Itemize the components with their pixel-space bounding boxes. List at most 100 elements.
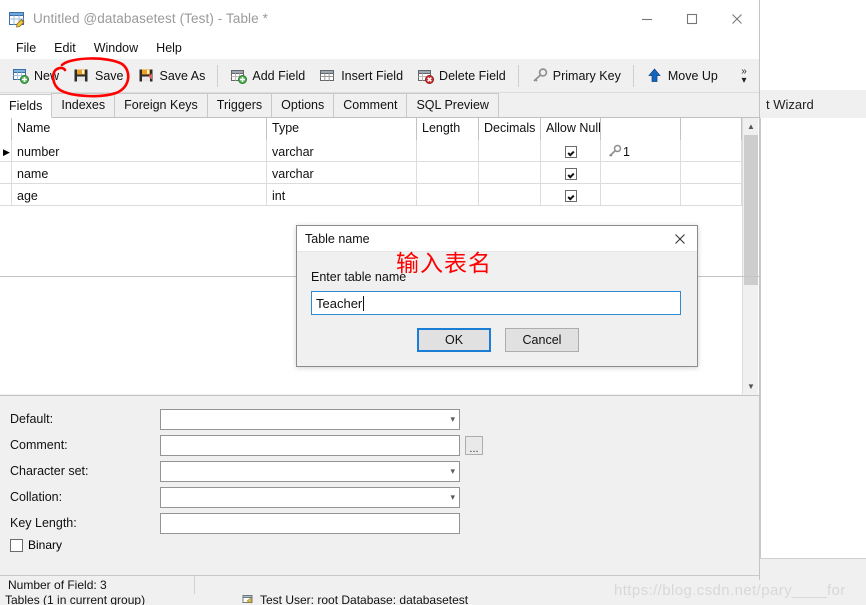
save-as-button[interactable]: Save As (131, 62, 213, 90)
grid-header-length[interactable]: Length (417, 118, 479, 140)
character-set-combo[interactable]: ▾ (160, 460, 460, 482)
delete-field-icon (417, 67, 435, 84)
comment-input[interactable] (160, 434, 460, 456)
grid-header-decimals[interactable]: Decimals (479, 118, 541, 140)
delete-field-button-label: Delete Field (439, 68, 506, 83)
table-name-input[interactable]: Teacher (311, 291, 681, 315)
binary-label: Binary (28, 538, 63, 552)
cell-length-1[interactable] (417, 162, 479, 184)
key-length-input[interactable] (160, 512, 460, 534)
cell-key-0[interactable]: 1 (601, 140, 681, 162)
primary-key-button[interactable]: Primary Key (524, 62, 628, 90)
new-button[interactable]: New (5, 62, 66, 90)
tab-comment[interactable]: Comment (333, 93, 408, 117)
insert-field-button[interactable]: Insert Field (312, 62, 410, 90)
property-row-key-length: Key Length: (10, 512, 460, 534)
delete-field-button[interactable]: Delete Field (410, 62, 513, 90)
cell-type-2[interactable]: int (267, 184, 417, 206)
grid-header-type[interactable]: Type (267, 118, 417, 140)
tab-indexes[interactable]: Indexes (51, 93, 116, 117)
binary-checkbox[interactable] (10, 538, 23, 552)
background-window-partial-label: t Wizard (766, 96, 814, 112)
toolbar-overflow-button[interactable]: » ▾ (733, 60, 759, 92)
table-name-input-value: Teacher (316, 295, 363, 311)
table-row[interactable]: age int (0, 184, 742, 206)
binary-checkbox-row[interactable]: Binary (10, 538, 62, 552)
scroll-down-icon[interactable]: ▼ (743, 378, 759, 394)
property-row-comment: Comment: ... (10, 434, 483, 456)
cell-length-0[interactable] (417, 140, 479, 162)
table-row[interactable]: name varchar (0, 162, 742, 184)
collation-combo[interactable]: ▾ (160, 486, 460, 508)
cell-name-1[interactable]: name (12, 162, 267, 184)
cell-type-1[interactable]: varchar (267, 162, 417, 184)
cell-filler-2 (681, 184, 742, 206)
window-title: Untitled @databasetest (Test) - Table * (33, 11, 268, 26)
dialog-close-button[interactable] (663, 226, 697, 252)
property-row-default: Default: ▾ (10, 408, 460, 430)
cell-allow-null-0[interactable] (541, 140, 601, 162)
save-button-label: Save (95, 68, 124, 83)
cell-decimals-0[interactable] (479, 140, 541, 162)
cancel-button[interactable]: Cancel (505, 328, 579, 352)
cell-key-2[interactable] (601, 184, 681, 206)
minimize-button[interactable] (624, 0, 669, 37)
cell-length-2[interactable] (417, 184, 479, 206)
tab-options[interactable]: Options (271, 93, 335, 117)
background-window-body (760, 118, 866, 558)
arrow-up-icon (646, 67, 663, 84)
add-field-button[interactable]: Add Field (223, 62, 312, 90)
comment-ellipsis-button[interactable]: ... (465, 435, 483, 455)
menu-item-edit[interactable]: Edit (45, 39, 85, 57)
move-up-button[interactable]: Move Up (639, 62, 725, 90)
insert-field-icon (319, 67, 336, 84)
save-button[interactable]: Save (66, 62, 131, 90)
tab-foreign-keys[interactable]: Foreign Keys (114, 93, 208, 117)
add-field-icon (230, 67, 248, 84)
grid-vertical-scrollbar[interactable]: ▲ ▼ (742, 118, 758, 394)
primary-key-order-0: 1 (623, 145, 630, 159)
cell-name-0[interactable]: number (12, 140, 267, 162)
default-combo[interactable]: ▾ (160, 408, 460, 430)
tables-info-status: Tables (1 in current group) (5, 594, 146, 605)
key-length-label: Key Length: (10, 516, 77, 530)
scroll-up-icon[interactable]: ▲ (743, 118, 759, 134)
row-selector-1[interactable] (0, 162, 12, 184)
scrollbar-thumb[interactable] (744, 135, 758, 285)
cell-name-2[interactable]: age (12, 184, 267, 206)
table-row[interactable]: ▶ number varchar 1 (0, 140, 742, 162)
close-button[interactable] (714, 0, 759, 37)
titlebar: Untitled @databasetest (Test) - Table * (0, 0, 759, 37)
dialog-titlebar: Table name (297, 226, 697, 252)
menu-item-file[interactable]: File (7, 39, 45, 57)
menu-item-window[interactable]: Window (85, 39, 147, 57)
ok-button[interactable]: OK (417, 328, 491, 352)
row-selector-0[interactable]: ▶ (0, 140, 12, 162)
character-set-label: Character set: (10, 464, 89, 478)
move-up-button-label: Move Up (667, 68, 718, 83)
new-table-icon (12, 67, 29, 84)
row-selector-2[interactable] (0, 184, 12, 206)
window-controls (624, 0, 759, 37)
tab-fields[interactable]: Fields (0, 94, 53, 118)
allow-null-checkbox-0[interactable] (564, 146, 577, 158)
cell-key-1[interactable] (601, 162, 681, 184)
allow-null-checkbox-2[interactable] (564, 190, 577, 202)
connection-status-text: Test User: root Database: databasetest (260, 594, 469, 605)
maximize-button[interactable] (669, 0, 714, 37)
cell-type-0[interactable]: varchar (267, 140, 417, 162)
chevron-down-icon: ▾ (741, 74, 747, 86)
grid-header-name[interactable]: Name (12, 118, 267, 140)
cell-decimals-2[interactable] (479, 184, 541, 206)
cell-allow-null-2[interactable] (541, 184, 601, 206)
table-designer-window: Untitled @databasetest (Test) - Table * … (0, 0, 760, 595)
grid-header-allow-null[interactable]: Allow Null (541, 118, 601, 140)
cell-decimals-1[interactable] (479, 162, 541, 184)
tab-sql-preview[interactable]: SQL Preview (406, 93, 499, 117)
allow-null-checkbox-1[interactable] (564, 168, 577, 180)
menu-item-help[interactable]: Help (147, 39, 191, 57)
tab-triggers[interactable]: Triggers (206, 93, 273, 117)
grid-header-key[interactable] (601, 118, 681, 140)
save-disk-icon (73, 67, 90, 84)
cell-allow-null-1[interactable] (541, 162, 601, 184)
